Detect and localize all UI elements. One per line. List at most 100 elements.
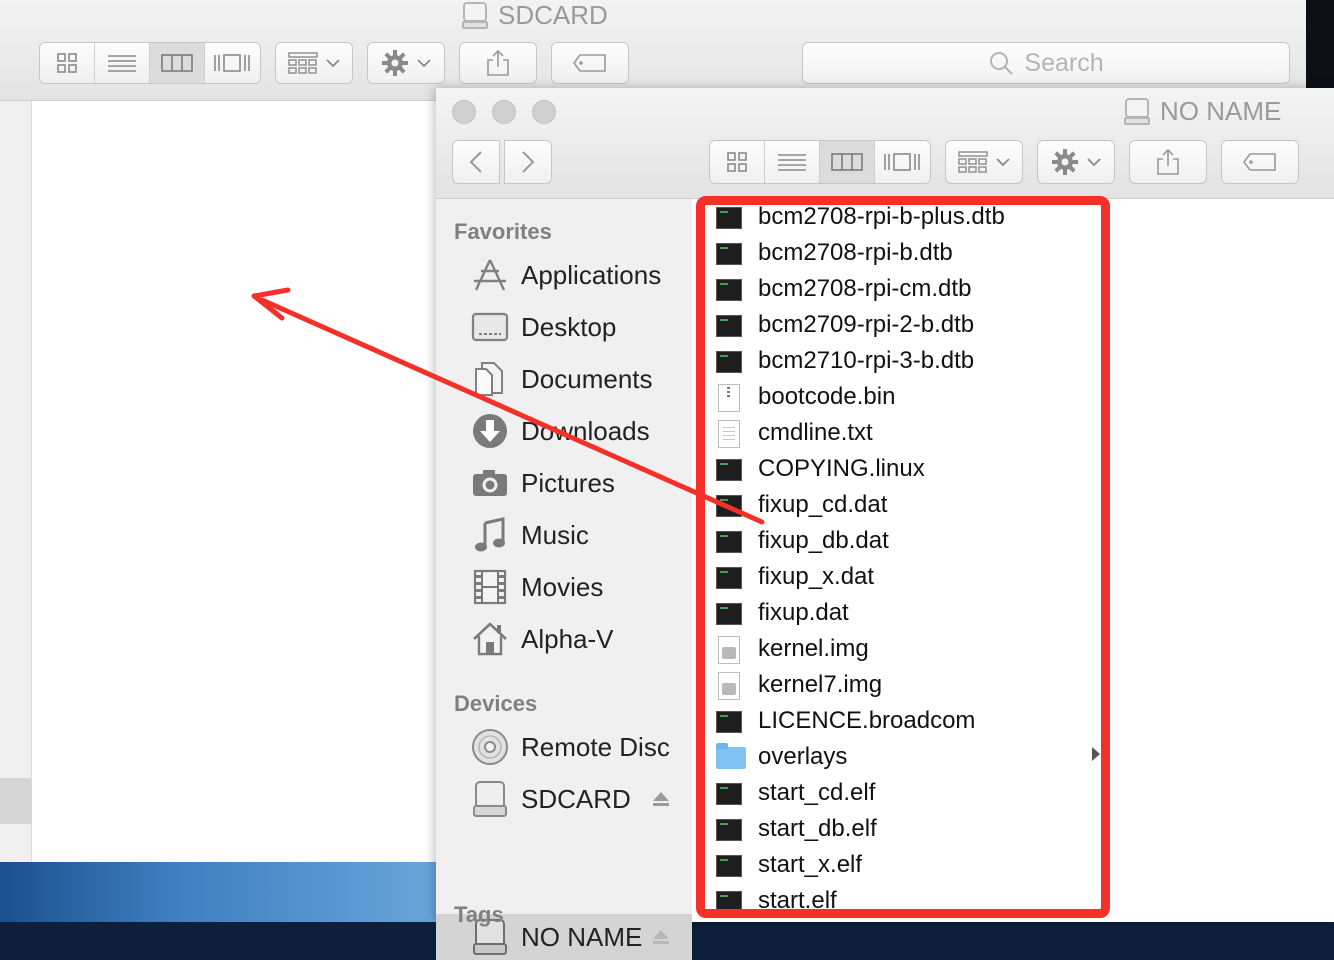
file-row[interactable]: fixup.dat [692, 597, 1102, 633]
list-view-button[interactable] [95, 43, 150, 83]
close-window-button[interactable] [452, 100, 476, 124]
file-name: COPYING.linux [758, 455, 925, 482]
tag-icon [573, 54, 606, 72]
arrange-icon [288, 52, 318, 74]
sidebar-item-alpha-v[interactable]: Alpha-V [436, 616, 692, 662]
column-view-icon [161, 54, 193, 72]
front-toolbar: NO NAME [436, 88, 1334, 199]
tag-icon [1243, 153, 1276, 171]
sidebar-item-applications[interactable]: Applications [436, 252, 692, 298]
gallery-view-icon [884, 153, 921, 171]
file-name: bcm2708-rpi-b.dtb [758, 239, 953, 266]
search-field[interactable]: Search [802, 42, 1290, 84]
executable-file-icon [716, 852, 744, 880]
sidebar: Favorites Applications Desktop Documents… [436, 199, 692, 960]
sidebar-item-label: Desktop [521, 311, 617, 342]
action-button[interactable] [1037, 140, 1115, 184]
view-mode-group [709, 140, 931, 184]
list-view-icon [108, 55, 136, 72]
sidebar-item-movies[interactable]: Movies [436, 564, 692, 610]
drive-icon [470, 779, 510, 819]
file-row[interactable]: bcm2708-rpi-b.dtb [692, 237, 1102, 273]
tag-button[interactable] [1221, 140, 1299, 184]
sidebar-item-label: Downloads [521, 415, 650, 446]
executable-file-icon [716, 456, 744, 484]
gallery-view-button[interactable] [205, 43, 260, 83]
file-row[interactable]: bcm2708-rpi-b-plus.dtb [692, 201, 1102, 237]
file-row[interactable]: bcm2708-rpi-cm.dtb [692, 273, 1102, 309]
sidebar-item-documents[interactable]: Documents [436, 356, 692, 402]
archive-file-icon [716, 384, 744, 412]
column-view-icon [831, 153, 863, 171]
executable-file-icon [716, 816, 744, 844]
file-row[interactable]: LICENCE.broadcom [692, 705, 1102, 741]
sidebar-item-desktop[interactable]: Desktop [436, 304, 692, 350]
desktop-icon [470, 307, 510, 347]
share-button[interactable] [1129, 140, 1207, 184]
sidebar-item-pictures[interactable]: Pictures [436, 460, 692, 506]
executable-file-icon [716, 564, 744, 592]
back-button[interactable] [452, 140, 500, 184]
file-row[interactable]: bcm2709-rpi-2-b.dtb [692, 309, 1102, 345]
back-toolbar: SDCARD Search [0, 0, 1306, 101]
executable-file-icon [716, 276, 744, 304]
file-row[interactable]: bootcode.bin [692, 381, 1102, 417]
executable-file-icon [716, 492, 744, 520]
column-view-button[interactable] [150, 43, 205, 83]
file-name: bcm2710-rpi-3-b.dtb [758, 347, 975, 374]
file-row[interactable]: start_x.elf [692, 849, 1102, 885]
devices-heading: Devices [454, 691, 538, 716]
file-row[interactable]: overlays [692, 741, 1102, 777]
action-button[interactable] [367, 42, 445, 84]
search-placeholder: Search [1024, 48, 1104, 77]
executable-file-icon [716, 600, 744, 628]
sidebar-item-music[interactable]: Music [436, 512, 692, 558]
file-row[interactable]: COPYING.linux [692, 453, 1102, 489]
file-row[interactable]: fixup_cd.dat [692, 489, 1102, 525]
file-name: start_cd.elf [758, 779, 876, 806]
icon-view-button[interactable] [40, 43, 95, 83]
file-row[interactable]: start_cd.elf [692, 777, 1102, 813]
list-view-button[interactable] [765, 141, 820, 183]
search-icon [990, 52, 1014, 75]
file-row[interactable]: fixup_db.dat [692, 525, 1102, 561]
disclosure-triangle-icon [1092, 747, 1100, 761]
column-view-button[interactable] [820, 141, 875, 183]
zoom-window-button[interactable] [532, 100, 556, 124]
file-row[interactable]: start.elf [692, 885, 1102, 921]
back-sidebar-selected-item[interactable] [0, 778, 31, 824]
file-row[interactable]: start_db.elf [692, 813, 1102, 849]
executable-file-icon [716, 780, 744, 808]
share-button[interactable] [459, 42, 537, 84]
arrange-button[interactable] [275, 42, 353, 84]
executable-file-icon [716, 312, 744, 340]
tag-button[interactable] [551, 42, 629, 84]
icon-view-button[interactable] [710, 141, 765, 183]
share-icon [487, 49, 509, 76]
file-name: bootcode.bin [758, 383, 896, 410]
tags-heading: Tags [454, 902, 504, 927]
file-row[interactable]: cmdline.txt [692, 417, 1102, 453]
file-name: fixup_cd.dat [758, 491, 888, 518]
favorites-heading: Favorites [454, 219, 552, 244]
share-icon [1157, 148, 1179, 175]
file-row[interactable]: bcm2710-rpi-3-b.dtb [692, 345, 1102, 381]
eject-icon[interactable] [652, 928, 670, 946]
executable-file-icon [716, 888, 744, 916]
forward-button[interactable] [504, 140, 552, 184]
sidebar-item-remote-disc[interactable]: Remote Disc [436, 724, 692, 770]
file-row[interactable]: fixup_x.dat [692, 561, 1102, 597]
file-row[interactable]: kernel7.img [692, 669, 1102, 705]
executable-file-icon [716, 528, 744, 556]
file-row[interactable]: kernel.img [692, 633, 1102, 669]
sidebar-item-label: Applications [521, 259, 662, 290]
minimize-window-button[interactable] [492, 100, 516, 124]
sidebar-item-label: SDCARD [521, 783, 631, 814]
sidebar-item-downloads[interactable]: Downloads [436, 408, 692, 454]
gallery-view-button[interactable] [875, 141, 930, 183]
arrange-button[interactable] [945, 140, 1023, 184]
film-icon [470, 567, 510, 607]
eject-icon[interactable] [652, 790, 670, 808]
sidebar-item-sdcard[interactable]: SDCARD [436, 776, 692, 822]
drive-icon [1124, 97, 1150, 126]
